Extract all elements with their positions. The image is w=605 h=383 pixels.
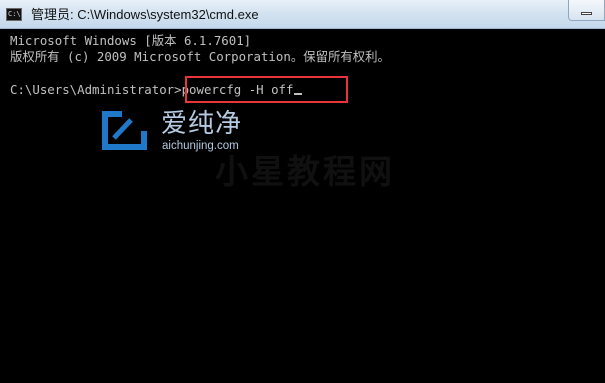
aichunjing-logo-icon	[102, 111, 147, 150]
minimize-button[interactable]	[568, 0, 605, 21]
title-bar[interactable]: C:\ 管理员: C:\Windows\system32\cmd.exe	[0, 0, 605, 29]
console-prompt: C:\Users\Administrator>	[10, 82, 182, 97]
watermark-overlay-text: 小星教程网	[215, 152, 395, 191]
command-highlight-box	[185, 76, 348, 103]
watermark: 爱纯净 aichunjing.com 小星教程网	[100, 109, 420, 199]
console-output[interactable]: Microsoft Windows [版本 6.1.7601] 版权所有 (c)…	[0, 29, 605, 383]
minimize-icon	[581, 12, 592, 15]
watermark-brand-cn: 爱纯净	[161, 109, 243, 139]
cmd-console-icon[interactable]: C:\	[6, 8, 22, 21]
cmd-window: C:\ 管理员: C:\Windows\system32\cmd.exe Mic…	[0, 0, 605, 383]
console-line-copyright: 版权所有 (c) 2009 Microsoft Corporation。保留所有…	[10, 49, 390, 64]
window-title: 管理员: C:\Windows\system32\cmd.exe	[31, 7, 259, 22]
